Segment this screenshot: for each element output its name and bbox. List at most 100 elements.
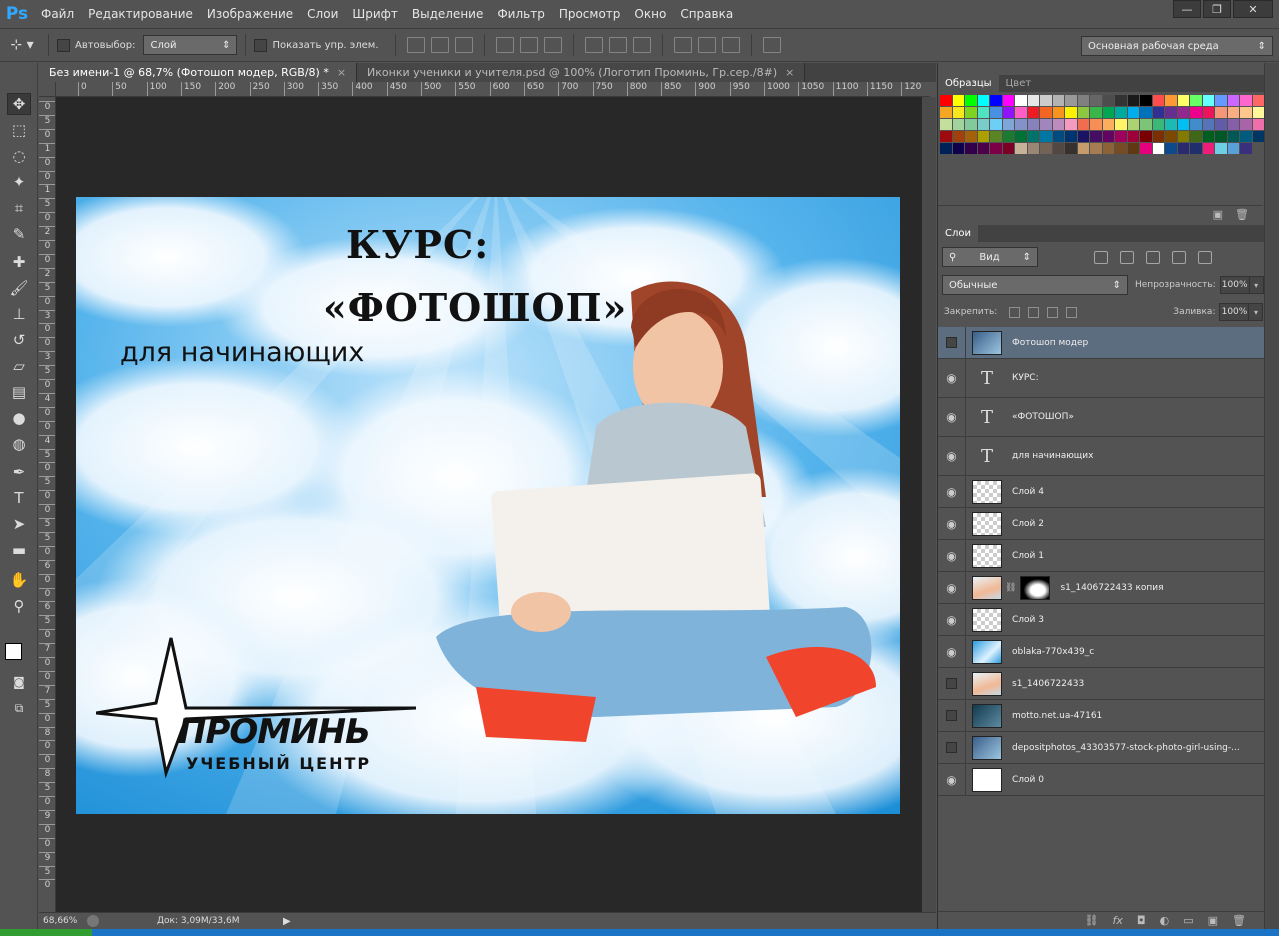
color-swatch[interactable] bbox=[1052, 143, 1064, 154]
type-tool-icon[interactable]: T bbox=[7, 487, 31, 509]
color-swatch[interactable] bbox=[940, 131, 952, 142]
color-swatch[interactable] bbox=[1252, 95, 1264, 106]
lock-transparent-icon[interactable] bbox=[1009, 306, 1021, 318]
layer-row[interactable]: ◉ Слой 0 bbox=[938, 764, 1264, 796]
color-swatch[interactable] bbox=[1165, 131, 1177, 142]
color-swatch[interactable] bbox=[1027, 119, 1039, 130]
menu-select[interactable]: Выделение bbox=[405, 0, 490, 28]
color-swatch[interactable] bbox=[1152, 119, 1164, 130]
eye-icon[interactable]: ◉ bbox=[938, 476, 966, 507]
filter-smart-icon[interactable] bbox=[1198, 250, 1212, 264]
color-swatch[interactable] bbox=[1215, 143, 1227, 154]
layer-row[interactable]: ◉ T КУРС: bbox=[938, 359, 1264, 398]
color-swatch[interactable] bbox=[1015, 107, 1027, 118]
distribute-hcenter-icon[interactable] bbox=[697, 37, 716, 53]
color-swatch[interactable] bbox=[1065, 95, 1077, 106]
menu-image[interactable]: Изображение bbox=[200, 0, 300, 28]
color-swatch[interactable] bbox=[1090, 119, 1102, 130]
color-swatch[interactable] bbox=[1002, 95, 1014, 106]
color-swatch[interactable] bbox=[1015, 143, 1027, 154]
gradient-tool-icon[interactable]: ▤ bbox=[7, 381, 31, 403]
color-swatch[interactable] bbox=[1077, 131, 1089, 142]
color-swatch[interactable] bbox=[990, 119, 1002, 130]
color-swatch[interactable] bbox=[1040, 107, 1052, 118]
color-swatch[interactable] bbox=[1040, 143, 1052, 154]
color-swatch[interactable] bbox=[990, 143, 1002, 154]
color-swatch[interactable] bbox=[1102, 143, 1114, 154]
color-swatch[interactable] bbox=[1115, 131, 1127, 142]
color-swatch[interactable] bbox=[1002, 107, 1014, 118]
color-swatch[interactable] bbox=[1027, 131, 1039, 142]
canvas-area[interactable]: КУРС: «ФОТОШОП» для начинающих ПРОМИНЬ У… bbox=[56, 97, 930, 912]
color-swatch[interactable] bbox=[1040, 131, 1052, 142]
eye-icon[interactable]: ◉ bbox=[938, 636, 966, 667]
status-menu-arrow-icon[interactable]: ▶ bbox=[283, 916, 291, 927]
chevron-down-icon[interactable]: ▾ bbox=[1249, 276, 1264, 294]
color-swatch[interactable] bbox=[1065, 107, 1077, 118]
new-swatch-icon[interactable]: ▣ bbox=[1213, 208, 1223, 221]
menu-help[interactable]: Справка bbox=[673, 0, 740, 28]
menu-file[interactable]: Файл bbox=[34, 0, 81, 28]
path-selection-tool-icon[interactable]: ➤ bbox=[7, 513, 31, 535]
layer-filter-dropdown[interactable]: ⚲ Вид ⇕ bbox=[942, 247, 1038, 267]
align-hcenter-icon[interactable] bbox=[519, 37, 538, 53]
color-swatch[interactable] bbox=[1240, 131, 1252, 142]
color-swatch[interactable] bbox=[952, 119, 964, 130]
color-swatch[interactable] bbox=[965, 131, 977, 142]
color-swatch[interactable] bbox=[1015, 119, 1027, 130]
trash-icon[interactable]: 🗑 bbox=[1235, 208, 1249, 221]
color-swatch[interactable] bbox=[1227, 119, 1239, 130]
color-swatch[interactable] bbox=[940, 107, 952, 118]
layer-row[interactable]: ◉ oblaka-770x439_c bbox=[938, 636, 1264, 668]
tab-document-2[interactable]: Иконки ученики и учителя.psd @ 100% (Лог… bbox=[357, 63, 806, 82]
lock-pixels-icon[interactable] bbox=[1028, 306, 1040, 318]
brush-tool-icon[interactable]: 🖌 bbox=[7, 277, 31, 299]
color-swatch[interactable] bbox=[1115, 143, 1127, 154]
layer-row[interactable]: depositphotos_43303577-stock-photo-girl-… bbox=[938, 732, 1264, 764]
layer-row[interactable]: ◉ ⛓ s1_1406722433 копия bbox=[938, 572, 1264, 604]
color-swatch[interactable] bbox=[1077, 107, 1089, 118]
move-tool-preset-icon[interactable]: ⊹ ▾ bbox=[4, 37, 40, 53]
color-swatch[interactable] bbox=[1127, 95, 1139, 106]
screen-mode-icon[interactable]: ⧉ bbox=[7, 697, 31, 719]
layer-row[interactable]: motto.net.ua-47161 bbox=[938, 700, 1264, 732]
group-icon[interactable]: ▭ bbox=[1183, 914, 1193, 927]
color-swatch[interactable] bbox=[1190, 131, 1202, 142]
color-swatch[interactable] bbox=[1015, 131, 1027, 142]
tab-document-1[interactable]: Без имени-1 @ 68,7% (Фотошоп модер, RGB/… bbox=[39, 63, 358, 82]
color-swatch[interactable] bbox=[1240, 143, 1252, 154]
color-swatch[interactable] bbox=[990, 107, 1002, 118]
color-swatch[interactable] bbox=[1077, 119, 1089, 130]
color-swatch[interactable] bbox=[1102, 95, 1114, 106]
eye-icon[interactable]: ◉ bbox=[938, 572, 966, 603]
color-swatch[interactable] bbox=[1002, 119, 1014, 130]
layer-mask-thumbnail[interactable] bbox=[1020, 575, 1051, 600]
tab-layers[interactable]: Слои bbox=[938, 225, 978, 242]
color-swatch[interactable] bbox=[1177, 95, 1189, 106]
color-swatch[interactable] bbox=[1202, 107, 1214, 118]
color-swatch[interactable] bbox=[1240, 95, 1252, 106]
align-bottom-icon[interactable] bbox=[454, 37, 473, 53]
mask-link-icon[interactable]: ⛓ bbox=[1005, 583, 1016, 593]
color-swatch[interactable] bbox=[1165, 95, 1177, 106]
layer-row[interactable]: ◉ Слой 1 bbox=[938, 540, 1264, 572]
color-swatch[interactable] bbox=[1152, 95, 1164, 106]
color-swatch[interactable] bbox=[1077, 95, 1089, 106]
lasso-tool-icon[interactable]: ◌ bbox=[7, 145, 31, 167]
color-swatch[interactable] bbox=[1152, 131, 1164, 142]
color-swatch[interactable] bbox=[1027, 107, 1039, 118]
align-right-icon[interactable] bbox=[543, 37, 562, 53]
autoselect-dropdown[interactable]: Слой ⇕ bbox=[143, 35, 238, 55]
color-swatch[interactable] bbox=[965, 143, 977, 154]
document-image[interactable]: КУРС: «ФОТОШОП» для начинающих ПРОМИНЬ У… bbox=[76, 197, 900, 814]
color-swatch[interactable] bbox=[952, 143, 964, 154]
close-button[interactable]: ✕ bbox=[1233, 0, 1273, 18]
move-tool-icon[interactable]: ✥ bbox=[7, 93, 31, 115]
color-swatch[interactable] bbox=[1090, 95, 1102, 106]
tab-color[interactable]: Цвет bbox=[999, 75, 1039, 92]
magic-wand-tool-icon[interactable]: ✦ bbox=[7, 171, 31, 193]
chevron-down-icon[interactable]: ▾ bbox=[1249, 303, 1264, 321]
color-swatch[interactable] bbox=[1202, 131, 1214, 142]
color-swatch[interactable] bbox=[977, 131, 989, 142]
close-icon[interactable]: × bbox=[337, 66, 346, 79]
